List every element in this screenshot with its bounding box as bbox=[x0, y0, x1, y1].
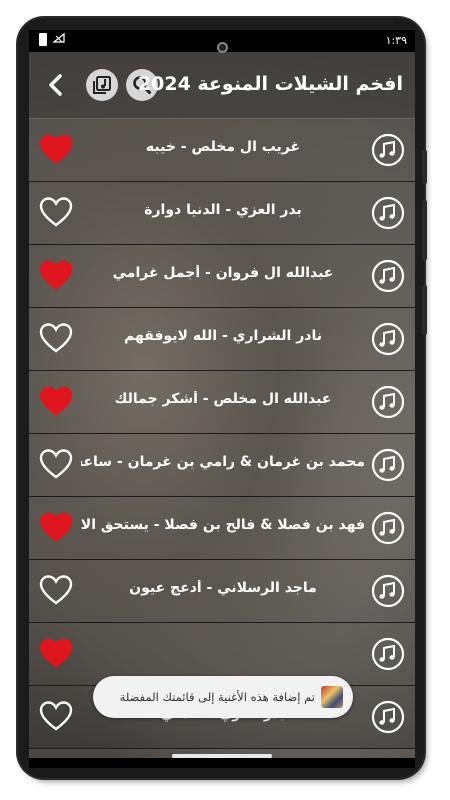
music-note-icon[interactable] bbox=[371, 700, 405, 734]
heart-filled-icon[interactable] bbox=[39, 385, 73, 417]
music-note-icon[interactable] bbox=[371, 196, 405, 230]
song-row[interactable]: محمد بن غرمان & رامي بن غرمان - ساعة بس bbox=[29, 434, 415, 497]
song-row[interactable]: نادر الشراري - الله لايوفقهم bbox=[29, 308, 415, 371]
heart-filled-icon[interactable] bbox=[39, 637, 73, 669]
song-title: عبدالله ال مخلص - أشكر جمالك bbox=[114, 391, 332, 407]
heart-filled-icon[interactable] bbox=[39, 259, 73, 291]
battery-icon bbox=[39, 33, 47, 46]
song-title: نادر الشراري - الله لايوفقهم bbox=[124, 328, 322, 344]
song-list: غريب ال مخلص - خيبه بدر العزي - الدنيا دو… bbox=[29, 119, 415, 749]
song-title: محمد بن غرمان & رامي بن غرمان - ساعة بس bbox=[81, 454, 365, 470]
heart-outline-icon[interactable] bbox=[39, 700, 73, 732]
heart-outline-icon[interactable] bbox=[39, 448, 73, 480]
heart-outline-icon[interactable] bbox=[39, 322, 73, 354]
song-title: فهد بن فصلا & فالح بن فصلا - يستحق الانت… bbox=[81, 517, 365, 533]
music-note-icon[interactable] bbox=[371, 385, 405, 419]
song-title: ماجد الرسلاني - أدعج عيون bbox=[129, 580, 317, 596]
status-time: ١:٣٩ bbox=[385, 34, 407, 47]
heart-outline-icon[interactable] bbox=[39, 574, 73, 606]
song-row[interactable]: بدر العزي - الدنيا دوارة bbox=[29, 182, 415, 245]
page-title: افخم الشيلات المنوعة 2024 bbox=[137, 73, 403, 95]
navigation-bar bbox=[29, 758, 415, 768]
song-title: عبدالله ال فروان - أجمل غرامي bbox=[112, 265, 334, 281]
app-icon bbox=[321, 686, 343, 708]
heart-outline-icon[interactable] bbox=[39, 196, 73, 228]
song-title: غريب ال مخلص - خيبه bbox=[145, 139, 301, 155]
home-indicator[interactable] bbox=[172, 754, 272, 758]
toast-notification: تم إضافة هذه الأغنية إلى قائمتك المفضلة bbox=[93, 676, 353, 718]
volume-button bbox=[422, 200, 427, 260]
music-note-icon[interactable] bbox=[371, 322, 405, 356]
heart-filled-icon[interactable] bbox=[39, 511, 73, 543]
no-signal-icon bbox=[52, 32, 65, 46]
song-row[interactable]: غريب ال مخلص - خيبه bbox=[29, 119, 415, 182]
music-note-icon[interactable] bbox=[371, 133, 405, 167]
music-library-icon bbox=[93, 76, 111, 94]
song-title: بدر العزي - الدنيا دوارة bbox=[144, 202, 302, 218]
music-note-icon[interactable] bbox=[371, 259, 405, 293]
heart-filled-icon[interactable] bbox=[39, 133, 73, 165]
front-camera bbox=[217, 42, 228, 53]
toast-message: تم إضافة هذه الأغنية إلى قائمتك المفضلة bbox=[119, 690, 315, 704]
music-note-icon[interactable] bbox=[371, 574, 405, 608]
screen: ١:٣٩ افخم الشيلات المنوعة 2024 غريب ال م… bbox=[29, 30, 415, 768]
playlist-button[interactable] bbox=[86, 69, 118, 101]
app-header: افخم الشيلات المنوعة 2024 bbox=[29, 52, 415, 118]
song-row[interactable]: عبدالله ال مخلص - أشكر جمالك bbox=[29, 371, 415, 434]
song-row[interactable]: عبدالله ال فروان - أجمل غرامي bbox=[29, 245, 415, 308]
power-button bbox=[422, 285, 427, 335]
chevron-left-icon bbox=[49, 74, 62, 96]
app-content: افخم الشيلات المنوعة 2024 غريب ال مخلص -… bbox=[29, 52, 415, 758]
back-button[interactable] bbox=[43, 72, 69, 98]
volume-button bbox=[422, 150, 427, 184]
status-icons bbox=[39, 32, 65, 46]
song-row[interactable]: ماجد الرسلاني - أدعج عيون bbox=[29, 560, 415, 623]
song-row[interactable]: فهد بن فصلا & فالح بن فصلا - يستحق الانت… bbox=[29, 497, 415, 560]
music-note-icon[interactable] bbox=[371, 448, 405, 482]
music-note-icon[interactable] bbox=[371, 637, 405, 671]
music-note-icon[interactable] bbox=[371, 511, 405, 545]
